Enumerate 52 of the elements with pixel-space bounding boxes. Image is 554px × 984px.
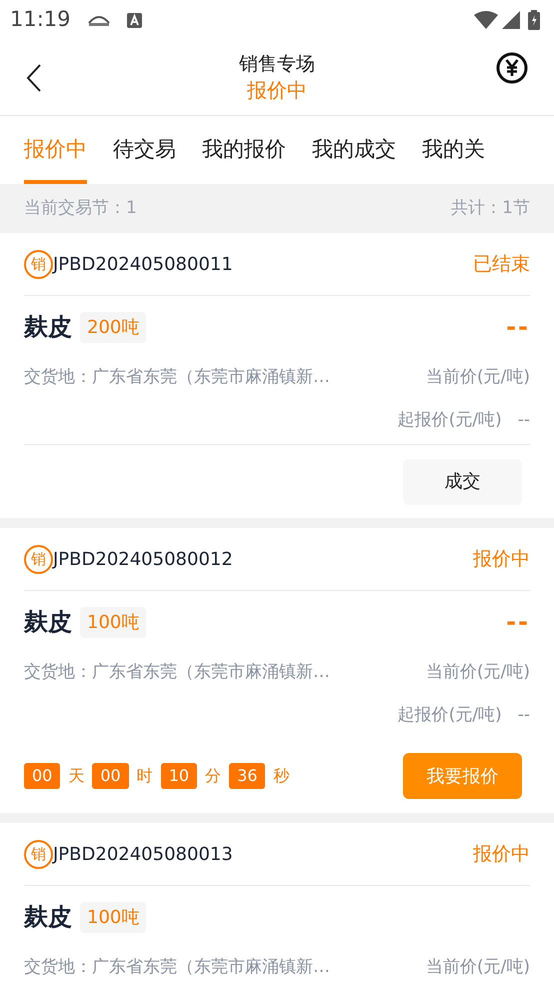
- listing-status: 报价中: [473, 842, 530, 867]
- countdown-value: 36: [229, 763, 266, 789]
- back-icon[interactable]: [26, 64, 42, 92]
- start-price: --: [518, 704, 530, 728]
- countdown-unit: 天: [68, 765, 84, 787]
- wifi-icon: [474, 11, 498, 29]
- yuan-coin-icon[interactable]: [496, 52, 528, 84]
- product-name: 麸皮: [24, 312, 72, 343]
- sale-badge: 销: [24, 840, 53, 868]
- status-time: 11:19: [10, 6, 71, 34]
- listing-status: 已结束: [473, 252, 530, 277]
- tab[interactable]: 待交易: [113, 116, 176, 184]
- current-price: --: [506, 607, 530, 638]
- listing-status: 报价中: [473, 546, 530, 572]
- tab[interactable]: 我的报价: [202, 116, 286, 184]
- countdown-unit: 分: [205, 765, 222, 787]
- total-count: 共计：1节: [451, 196, 530, 220]
- listing-code: JPBD202405080013: [53, 842, 234, 866]
- sale-badge: 销: [24, 544, 53, 574]
- app-logo-icon: [86, 13, 111, 27]
- delivery-address: 交货地：广东省东莞（东莞市麻涌镇新…: [24, 661, 330, 684]
- countdown-unit: 秒: [273, 765, 290, 787]
- delivery-address: 交货地：广东省东莞（东莞市麻涌镇新…: [24, 366, 330, 390]
- countdown-value: 00: [92, 763, 129, 789]
- tab[interactable]: 我的成交: [312, 116, 396, 184]
- deal-button[interactable]: 成交: [403, 458, 522, 504]
- page-title: 销售专场: [239, 52, 315, 77]
- product-name: 麸皮: [24, 902, 72, 933]
- page-subtitle: 报价中: [247, 76, 307, 103]
- quantity-tag: 200吨: [80, 312, 146, 342]
- countdown-unit: 时: [136, 765, 153, 787]
- current-price-label: 当前价(元/吨): [426, 661, 530, 684]
- signal-icon: [502, 11, 520, 29]
- current-price-label: 当前价(元/吨): [426, 366, 530, 390]
- current-price: --: [506, 312, 530, 343]
- battery-icon: [528, 10, 540, 30]
- listing-code: JPBD202405080011: [53, 252, 234, 276]
- countdown-value: 10: [160, 763, 198, 789]
- product-name: 麸皮: [24, 607, 72, 638]
- tab[interactable]: 我的关: [422, 116, 485, 184]
- start-price-label: 起报价(元/吨): [398, 409, 502, 432]
- start-price: --: [518, 409, 530, 432]
- sale-badge: 销: [24, 250, 53, 278]
- quantity-tag: 100吨: [80, 902, 146, 932]
- current-price-label: 当前价(元/吨): [426, 956, 530, 980]
- start-price-label: 起报价(元/吨): [398, 704, 502, 728]
- quantity-tag: 100吨: [80, 606, 146, 638]
- session-info: 当前交易节：1: [24, 196, 137, 220]
- notification-icon: [126, 12, 142, 28]
- delivery-address: 交货地：广东省东莞（东莞市麻涌镇新…: [24, 956, 330, 980]
- listing-code: JPBD202405080012: [53, 548, 234, 572]
- countdown-value: 00: [24, 763, 60, 789]
